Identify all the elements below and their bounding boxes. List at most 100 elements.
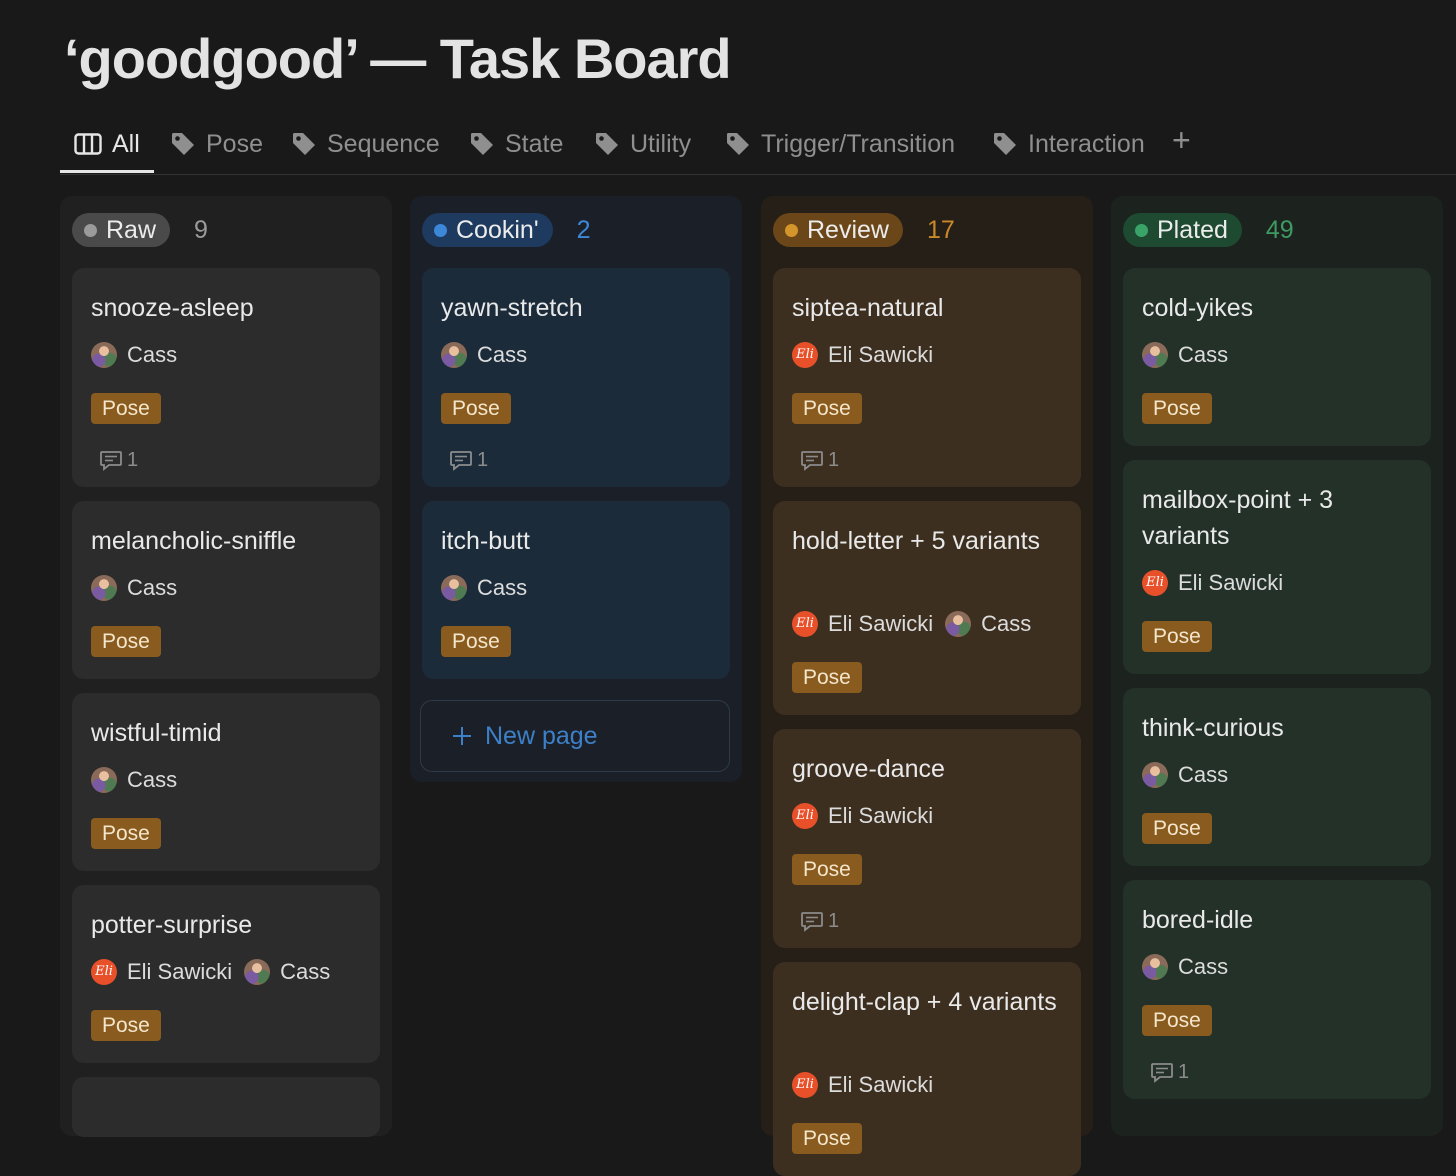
plus-icon xyxy=(451,725,473,747)
status-name: Review xyxy=(807,215,889,244)
assignee[interactable]: Cass xyxy=(1142,762,1228,788)
card-title: cold-yikes xyxy=(1142,294,1254,322)
assignees: Cass xyxy=(1142,339,1228,371)
card-title: snooze-asleep xyxy=(91,294,254,322)
tab-all[interactable]: All xyxy=(74,124,140,164)
assignee[interactable]: Eli Eli Sawicki xyxy=(792,803,933,829)
task-card[interactable]: mailbox-point + 3 variants Eli Eli Sawicki… xyxy=(1123,460,1431,674)
add-view-button[interactable]: + xyxy=(1172,124,1191,156)
assignee-name: Eli Sawicki xyxy=(828,342,934,367)
avatar xyxy=(91,342,117,368)
assignee[interactable]: Cass xyxy=(91,342,177,368)
comment-count[interactable]: 1 xyxy=(99,449,138,472)
assignee[interactable]: Eli Eli Sawicki xyxy=(792,611,933,637)
assignees: Cass xyxy=(1142,759,1228,791)
type-tag: Pose xyxy=(792,662,862,693)
column-header: Raw 9 xyxy=(72,213,208,247)
assignees: Eli Eli Sawicki xyxy=(1142,567,1283,599)
task-card[interactable]: itch-butt Cass Pose xyxy=(422,501,730,679)
assignees: Eli Eli Sawicki Cass xyxy=(792,608,1031,640)
status-pill[interactable]: Plated xyxy=(1123,213,1242,247)
tag-icon xyxy=(594,131,620,157)
task-card[interactable]: groove-dance Eli Eli Sawicki Pose 1 xyxy=(773,729,1081,948)
comment-count[interactable]: 1 xyxy=(449,449,488,472)
column-header: Plated 49 xyxy=(1123,213,1294,247)
assignees: Cass xyxy=(91,339,177,371)
comment-count[interactable]: 1 xyxy=(1150,1061,1189,1084)
comment-number: 1 xyxy=(1178,1061,1190,1083)
view-tabs: All Pose Sequence State Utility Trigger/Trans… xyxy=(60,116,1456,175)
task-card[interactable]: wistful-timid Cass Pose xyxy=(72,693,380,871)
assignee[interactable]: Cass xyxy=(945,611,1031,637)
card-title: itch-butt xyxy=(441,527,530,555)
tab-trigger-transition[interactable]: Trigger/Transition xyxy=(725,124,955,164)
status-pill[interactable]: Cookin' xyxy=(422,213,553,247)
new-page-button[interactable]: New page xyxy=(420,700,730,772)
type-tag: Pose xyxy=(1142,621,1212,652)
status-name: Cookin' xyxy=(456,215,539,244)
task-card[interactable]: delight-clap + 4 variants Eli Eli Sawicki P… xyxy=(773,962,1081,1176)
card-title: potter-surprise xyxy=(91,911,253,939)
task-card[interactable]: cold-yikes Cass Pose xyxy=(1123,268,1431,446)
assignee-name: Eli Sawicki xyxy=(828,1072,934,1097)
assignee[interactable]: Eli Eli Sawicki xyxy=(792,1072,933,1098)
tab-pose[interactable]: Pose xyxy=(170,124,263,164)
status-name: Raw xyxy=(106,215,157,244)
assignee[interactable]: Eli Eli Sawicki xyxy=(1142,570,1283,596)
tab-utility[interactable]: Utility xyxy=(594,124,691,164)
task-card[interactable]: snooze-asleep Cass Pose 1 xyxy=(72,268,380,487)
task-card[interactable]: bored-idle Cass Pose 1 xyxy=(1123,880,1431,1099)
card-title: bored-idle xyxy=(1142,906,1254,934)
comment-icon xyxy=(800,450,824,472)
assignees: Eli Eli Sawicki Cass xyxy=(91,956,330,988)
task-card[interactable]: melancholic-sniffle Cass Pose xyxy=(72,501,380,679)
assignee[interactable]: Eli Eli Sawicki xyxy=(792,342,933,368)
avatar xyxy=(441,342,467,368)
type-tag: Pose xyxy=(441,626,511,657)
assignee-name: Eli Sawicki xyxy=(828,803,934,828)
assignee[interactable]: Eli Eli Sawicki xyxy=(91,959,232,985)
assignee[interactable]: Cass xyxy=(91,575,177,601)
status-pill[interactable]: Raw xyxy=(72,213,171,247)
assignee[interactable]: Cass xyxy=(91,767,177,793)
assignee-name: Cass xyxy=(1178,954,1229,979)
comment-icon xyxy=(99,450,123,472)
avatar: Eli xyxy=(792,1072,818,1098)
assignee-name: Cass xyxy=(127,342,178,367)
task-card[interactable]: potter-surprise Eli Eli Sawicki Cass Pose xyxy=(72,885,380,1063)
card-title: mailbox-point + 3 variants xyxy=(1142,486,1334,550)
tab-label: State xyxy=(505,129,564,158)
assignee[interactable]: Cass xyxy=(441,342,527,368)
tab-label: Utility xyxy=(630,129,692,158)
type-tag: Pose xyxy=(91,626,161,657)
task-card[interactable]: yawn-stretch Cass Pose 1 xyxy=(422,268,730,487)
task-card[interactable]: think-curious Cass Pose xyxy=(1123,688,1431,866)
assignee-name: Eli Sawicki xyxy=(127,959,233,984)
assignee[interactable]: Cass xyxy=(441,575,527,601)
tab-sequence[interactable]: Sequence xyxy=(291,124,440,164)
assignee-name: Cass xyxy=(1178,762,1229,787)
comment-count[interactable]: 1 xyxy=(800,910,839,933)
avatar xyxy=(1142,342,1168,368)
comment-icon xyxy=(800,911,824,933)
assignee[interactable]: Cass xyxy=(1142,342,1228,368)
task-card[interactable] xyxy=(72,1077,380,1137)
new-page-label: New page xyxy=(485,721,598,750)
active-tab-indicator xyxy=(60,170,154,173)
assignee-name: Cass xyxy=(127,575,178,600)
type-tag: Pose xyxy=(1142,813,1212,844)
tab-label: Trigger/Transition xyxy=(761,129,956,158)
status-pill[interactable]: Review xyxy=(773,213,903,247)
comment-count[interactable]: 1 xyxy=(800,449,839,472)
task-card[interactable]: hold-letter + 5 variants Eli Eli Sawicki Ca… xyxy=(773,501,1081,715)
avatar xyxy=(945,611,972,637)
assignee[interactable]: Cass xyxy=(1142,954,1228,980)
assignee[interactable]: Cass xyxy=(244,959,330,985)
avatar: Eli xyxy=(792,342,818,368)
tab-interaction[interactable]: Interaction xyxy=(992,124,1145,164)
tab-state[interactable]: State xyxy=(469,124,563,164)
assignee-name: Cass xyxy=(477,575,528,600)
status-dot-icon xyxy=(785,223,798,237)
task-card[interactable]: siptea-natural Eli Eli Sawicki Pose 1 xyxy=(773,268,1081,487)
avatar xyxy=(91,767,117,793)
